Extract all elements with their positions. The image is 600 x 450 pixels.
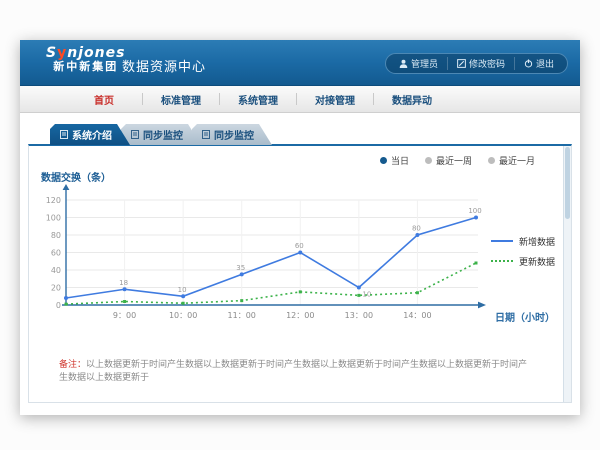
svg-text:9：00: 9：00 <box>113 311 136 320</box>
logout-label: 退出 <box>536 57 554 70</box>
content-panel: 当日 最近一周 最近一月 数据交换（条） 0204060801001209：00… <box>28 144 572 403</box>
filter-label: 最近一月 <box>499 154 535 167</box>
radio-icon <box>488 157 495 164</box>
svg-text:35: 35 <box>236 264 245 272</box>
logout-button[interactable]: 退出 <box>514 57 563 70</box>
brand-letters: njones <box>67 45 125 61</box>
document-icon <box>202 130 210 139</box>
radio-selected-icon <box>380 157 387 164</box>
filter-last-month[interactable]: 最近一月 <box>488 154 535 167</box>
legend-label: 新增数据 <box>519 235 555 248</box>
svg-text:14：00: 14：00 <box>403 311 431 320</box>
svg-text:100: 100 <box>46 214 61 223</box>
svg-text:60: 60 <box>295 242 304 250</box>
footnote-label: 备注： <box>59 360 86 370</box>
scrollbar-thumb[interactable] <box>565 147 570 219</box>
app-window: Synjones 新中新集团 数据资源中心 管理员 修改密码 退出 首页 标准管… <box>20 40 580 415</box>
svg-text:10: 10 <box>178 286 187 294</box>
svg-text:60: 60 <box>51 249 61 258</box>
document-icon <box>131 130 139 139</box>
svg-text:13：00: 13：00 <box>345 311 373 320</box>
legend-label: 更新数据 <box>519 255 555 268</box>
user-icon <box>399 59 408 68</box>
nav-item-system-mgmt[interactable]: 系统管理 <box>220 92 296 107</box>
svg-text:80: 80 <box>51 231 61 240</box>
brand-accent-letter: y <box>57 45 67 61</box>
nav-item-data-change[interactable]: 数据异动 <box>374 92 450 107</box>
svg-text:100: 100 <box>468 207 481 215</box>
admin-user-button[interactable]: 管理员 <box>390 57 447 70</box>
svg-text:20: 20 <box>51 284 61 293</box>
tab-bar: 系统介绍 同步监控 同步监控 <box>50 124 263 145</box>
tab-system-intro[interactable]: 系统介绍 <box>50 124 130 145</box>
filter-label: 当日 <box>391 154 409 167</box>
filter-label: 最近一周 <box>436 154 472 167</box>
svg-text:11：00: 11：00 <box>228 311 256 320</box>
legend-item-updated-data: 更新数据 <box>491 251 555 271</box>
svg-text:40: 40 <box>51 266 61 275</box>
nav-item-home[interactable]: 首页 <box>66 92 142 107</box>
x-axis-title: 日期（小时） <box>495 309 555 324</box>
brand-letter: S <box>46 45 57 61</box>
svg-text:120: 120 <box>46 196 61 205</box>
brand-name-en: Synjones <box>46 45 125 61</box>
chart-legend: 新增数据 更新数据 <box>491 231 555 271</box>
filter-last-week[interactable]: 最近一周 <box>425 154 472 167</box>
footnote-text: 以上数据更新于时间产生数据以上数据更新于时间产生数据以上数据更新于时间产生数据以… <box>59 360 527 383</box>
solid-line-swatch <box>491 240 513 242</box>
edit-icon <box>457 59 466 68</box>
svg-text:18: 18 <box>119 279 128 287</box>
main-nav: 首页 标准管理 系统管理 对接管理 数据异动 <box>20 86 580 113</box>
document-icon <box>60 130 68 139</box>
tab-label: 系统介绍 <box>72 127 112 142</box>
change-password-label: 修改密码 <box>469 57 505 70</box>
power-icon <box>524 59 533 68</box>
user-toolbar: 管理员 修改密码 退出 <box>385 53 568 74</box>
tab-label: 同步监控 <box>214 127 254 142</box>
page-title: 数据资源中心 <box>122 56 206 75</box>
radio-icon <box>425 157 432 164</box>
tab-sync-monitor-1[interactable]: 同步监控 <box>121 124 201 145</box>
footnote: 备注：以上数据更新于时间产生数据以上数据更新于时间产生数据以上数据更新于时间产生… <box>59 357 531 383</box>
tab-sync-monitor-2[interactable]: 同步监控 <box>192 124 272 145</box>
nav-item-interface-mgmt[interactable]: 对接管理 <box>297 92 373 107</box>
admin-user-label: 管理员 <box>411 57 438 70</box>
app-header: Synjones 新中新集团 数据资源中心 管理员 修改密码 退出 <box>20 40 580 86</box>
svg-text:12：00: 12：00 <box>286 311 314 320</box>
vertical-scrollbar[interactable] <box>563 146 571 402</box>
svg-text:10：00: 10：00 <box>169 311 197 320</box>
brand-logo: Synjones 新中新集团 <box>46 45 125 74</box>
filter-today[interactable]: 当日 <box>380 154 409 167</box>
svg-text:0: 0 <box>56 301 61 310</box>
change-password-button[interactable]: 修改密码 <box>447 57 514 70</box>
tab-label: 同步监控 <box>143 127 183 142</box>
time-range-filter: 当日 最近一周 最近一月 <box>380 154 535 167</box>
nav-item-standard-mgmt[interactable]: 标准管理 <box>143 92 219 107</box>
legend-item-new-data: 新增数据 <box>491 231 555 251</box>
svg-text:80: 80 <box>412 225 421 233</box>
brand-name-cn: 新中新集团 <box>46 61 125 74</box>
dotted-line-swatch <box>491 260 513 262</box>
